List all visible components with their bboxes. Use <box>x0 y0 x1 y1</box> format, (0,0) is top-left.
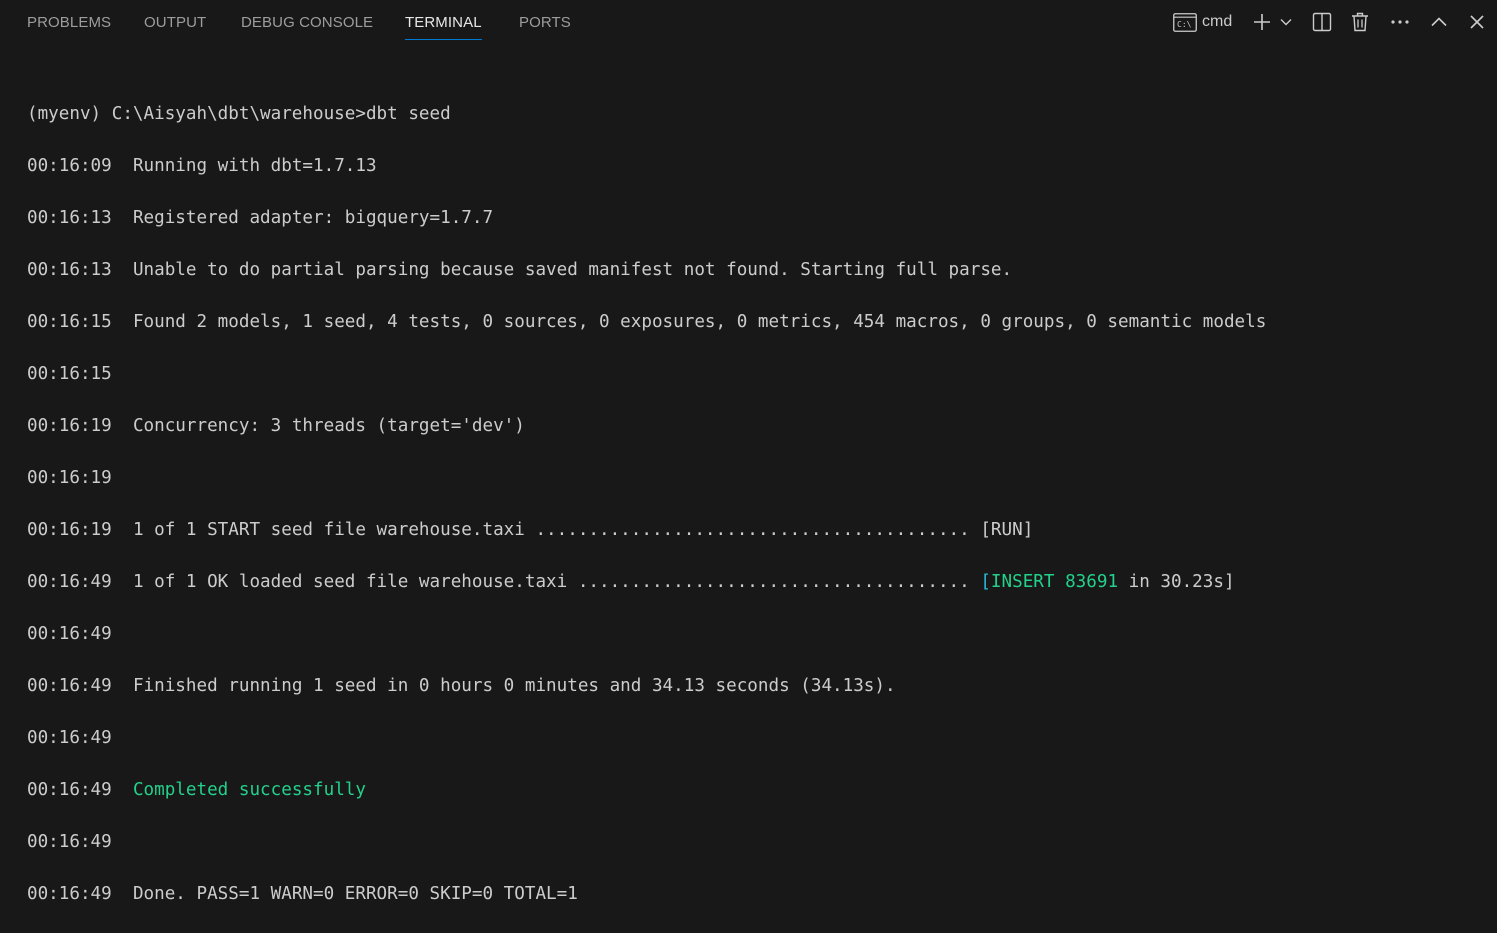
new-terminal-button[interactable] <box>1252 11 1272 33</box>
timestamp: 00:16:09 <box>27 156 112 176</box>
timestamp: 00:16:19 <box>27 468 112 488</box>
trash-icon <box>1351 12 1369 32</box>
terminal-output[interactable]: (myenv) C:\Aisyah\dbt\warehouse>dbt seed… <box>27 75 1497 933</box>
timestamp: 00:16:49 <box>27 624 112 644</box>
svg-text:C:\: C:\ <box>1177 20 1192 29</box>
terminal-line: 00:16:13 Unable to do partial parsing be… <box>27 257 1497 283</box>
insert-status: INSERT 83691 <box>990 572 1119 592</box>
chevron-down-icon <box>1280 18 1292 26</box>
terminal-line: 00:16:15 <box>27 361 1497 387</box>
close-icon <box>1470 15 1484 29</box>
timestamp: 00:16:49 <box>27 572 112 592</box>
timestamp: 00:16:15 <box>27 312 112 332</box>
log-text: Running with dbt=1.7.13 <box>132 156 377 176</box>
terminal-line: 00:16:15 Found 2 models, 1 seed, 4 tests… <box>27 309 1497 335</box>
timestamp: 00:16:13 <box>27 260 112 280</box>
panel-tab-bar: PROBLEMS OUTPUT DEBUG CONSOLE TERMINAL P… <box>0 0 1497 44</box>
tab-problems[interactable]: PROBLEMS <box>27 14 111 31</box>
terminal-line: 00:16:49 <box>27 621 1497 647</box>
terminal-line: 00:16:49 Finished running 1 seed in 0 ho… <box>27 673 1497 699</box>
timestamp: 00:16:49 <box>27 832 112 852</box>
success-message: Completed successfully <box>132 780 366 800</box>
terminal-line: 00:16:49 <box>27 829 1497 855</box>
terminal-cmd-icon: C:\ <box>1173 12 1197 32</box>
terminal-line: 00:16:19 1 of 1 START seed file warehous… <box>27 517 1497 543</box>
close-panel-button[interactable] <box>1466 11 1488 33</box>
terminal-launch-profile-dropdown[interactable] <box>1279 11 1293 33</box>
terminal-line: 00:16:19 <box>27 465 1497 491</box>
terminal-line: 00:16:49 1 of 1 OK loaded seed file ware… <box>27 569 1497 595</box>
tab-debug-console[interactable]: DEBUG CONSOLE <box>241 14 373 31</box>
timestamp: 00:16:19 <box>27 416 112 436</box>
timestamp: 00:16:13 <box>27 208 112 228</box>
timestamp: 00:16:49 <box>27 728 112 748</box>
timestamp: 00:16:49 <box>27 884 112 904</box>
log-text: Done. PASS=1 WARN=0 ERROR=0 SKIP=0 TOTAL… <box>132 884 578 904</box>
split-terminal-button[interactable] <box>1311 11 1333 33</box>
terminal-line: 00:16:19 Concurrency: 3 threads (target=… <box>27 413 1497 439</box>
more-actions-button[interactable] <box>1389 11 1411 33</box>
tab-ports[interactable]: PORTS <box>519 14 571 31</box>
terminal-line: 00:16:49 Done. PASS=1 WARN=0 ERROR=0 SKI… <box>27 881 1497 907</box>
maximize-panel-button[interactable] <box>1428 11 1450 33</box>
status-bracket: [ <box>980 572 991 592</box>
log-text: Unable to do partial parsing because sav… <box>132 260 1013 280</box>
terminal-line: 00:16:49 Completed successfully <box>27 777 1497 803</box>
terminal-line: 00:16:13 Registered adapter: bigquery=1.… <box>27 205 1497 231</box>
chevron-up-icon <box>1431 17 1447 27</box>
log-text: 1 of 1 OK loaded seed file warehouse.tax… <box>132 572 981 592</box>
log-text: 1 of 1 START seed file warehouse.taxi ..… <box>132 520 1034 540</box>
plus-icon <box>1253 13 1271 31</box>
timestamp: 00:16:15 <box>27 364 112 384</box>
tab-terminal[interactable]: TERMINAL <box>405 14 482 40</box>
ellipsis-icon <box>1390 20 1410 24</box>
tab-output[interactable]: OUTPUT <box>144 14 206 31</box>
shell-label: cmd <box>1202 13 1233 30</box>
log-text-tail: in 30.23s] <box>1118 572 1235 592</box>
log-text: Concurrency: 3 threads (target='dev') <box>132 416 525 436</box>
log-text: Found 2 models, 1 seed, 4 tests, 0 sourc… <box>132 312 1267 332</box>
log-text: Registered adapter: bigquery=1.7.7 <box>132 208 494 228</box>
terminal-line: 00:16:09 Running with dbt=1.7.13 <box>27 153 1497 179</box>
kill-terminal-button[interactable] <box>1349 11 1371 33</box>
timestamp: 00:16:49 <box>27 676 112 696</box>
terminal-line: 00:16:49 <box>27 725 1497 751</box>
split-terminal-icon <box>1312 12 1332 32</box>
terminal-prompt-line: (myenv) C:\Aisyah\dbt\warehouse>dbt seed <box>27 104 451 124</box>
log-text: Finished running 1 seed in 0 hours 0 min… <box>132 676 896 696</box>
timestamp: 00:16:49 <box>27 780 112 800</box>
terminal-shell-selector[interactable]: C:\ cmd <box>1173 11 1232 33</box>
timestamp: 00:16:19 <box>27 520 112 540</box>
